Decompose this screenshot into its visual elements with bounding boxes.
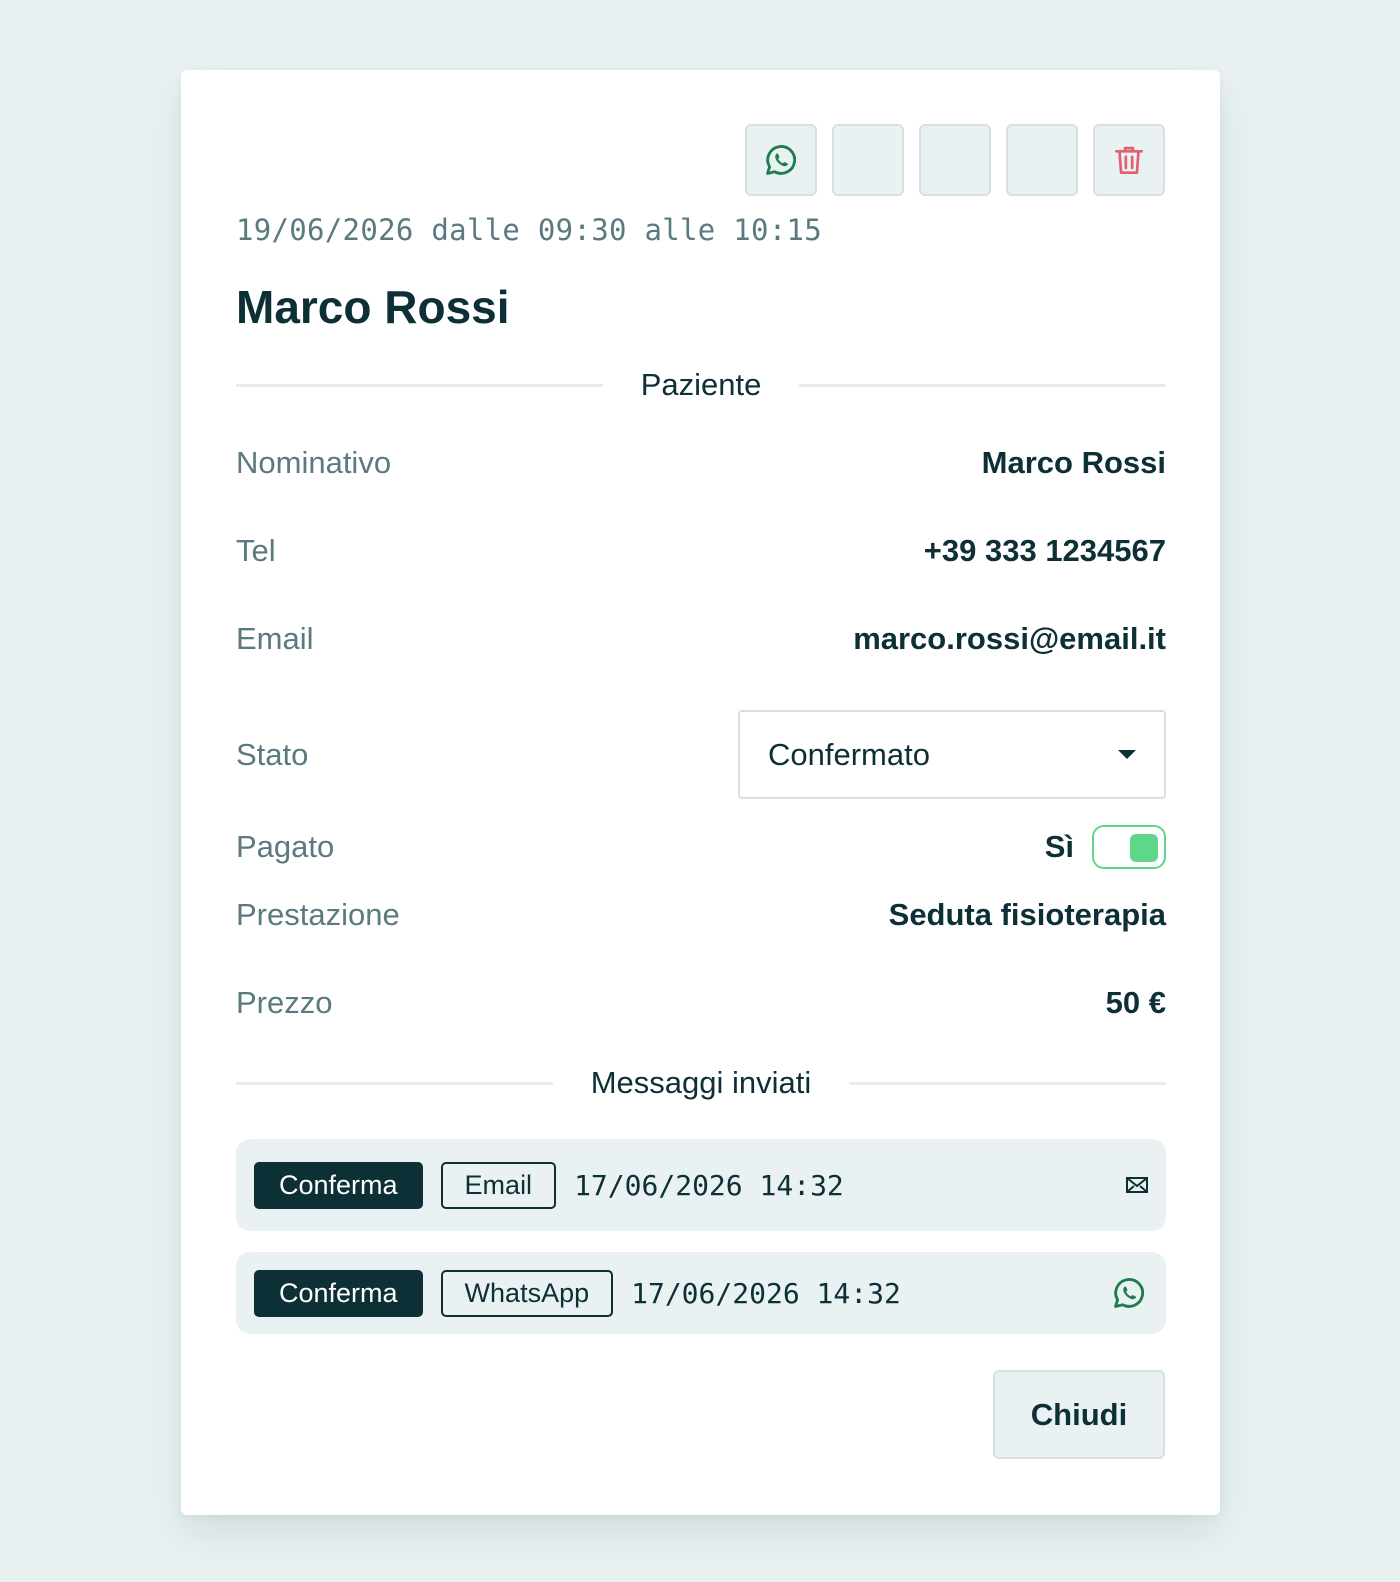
row-tel: Tel +39 333 1234567 [236, 533, 1166, 569]
message-item: Conferma Email 17/06/2026 14:32 [236, 1139, 1166, 1231]
section-label-patient: Paziente [640, 367, 762, 402]
action-button-4[interactable] [1006, 124, 1078, 196]
message-channel-badge: Email [440, 1161, 557, 1209]
row-email: Email marco.rossi@email.it [236, 621, 1166, 657]
action-button-2[interactable] [832, 124, 904, 196]
close-button[interactable]: Chiudi [993, 1370, 1165, 1459]
toolbar [745, 124, 1165, 196]
row-price: Prezzo 50 € [236, 985, 1166, 1021]
whatsapp-icon [1110, 1274, 1148, 1312]
paid-label: Pagato [236, 829, 335, 864]
message-type-badge: Conferma [254, 1161, 423, 1209]
row-service: Prestazione Seduta fisioterapia [236, 897, 1166, 933]
service-value: Seduta fisioterapia [888, 897, 1166, 932]
divider-line [236, 1081, 553, 1085]
name-label: Nominativo [236, 445, 392, 480]
section-divider-messages: Messaggi inviati [236, 1065, 1167, 1101]
appointment-datetime: 19/06/2026 dalle 09:30 alle 10:15 [236, 213, 823, 247]
tel-value: +39 333 1234567 [923, 533, 1166, 568]
envelope-icon [1126, 1177, 1148, 1193]
toggle-knob [1130, 834, 1158, 862]
message-item: Conferma WhatsApp 17/06/2026 14:32 [236, 1252, 1166, 1334]
email-label: Email [236, 621, 314, 656]
divider-line [236, 383, 603, 387]
row-name: Nominativo Marco Rossi [236, 445, 1166, 481]
page-title: Marco Rossi [236, 281, 510, 333]
chevron-down-icon [1118, 750, 1136, 759]
message-channel-badge: WhatsApp [440, 1269, 614, 1317]
action-button-3[interactable] [919, 124, 991, 196]
service-label: Prestazione [236, 897, 400, 932]
price-label: Prezzo [236, 985, 333, 1020]
tel-label: Tel [236, 533, 276, 568]
status-label: Stato [236, 736, 309, 772]
email-value: marco.rossi@email.it [853, 621, 1166, 656]
divider-line [799, 383, 1167, 387]
message-type-badge: Conferma [254, 1269, 423, 1317]
delete-button[interactable] [1093, 124, 1165, 196]
paid-toggle[interactable] [1092, 825, 1166, 869]
status-select[interactable]: Confermato [738, 710, 1166, 799]
whatsapp-icon [766, 145, 797, 175]
message-time: 17/06/2026 14:32 [631, 1276, 901, 1310]
divider-line [849, 1081, 1167, 1085]
section-label-messages: Messaggi inviati [590, 1065, 812, 1100]
trash-icon [1114, 146, 1144, 175]
name-value: Marco Rossi [981, 445, 1166, 480]
paid-value: Sì [1044, 829, 1074, 864]
appointment-modal: 19/06/2026 dalle 09:30 alle 10:15 Marco … [181, 70, 1220, 1515]
whatsapp-button[interactable] [745, 124, 817, 196]
message-time: 17/06/2026 14:32 [574, 1168, 844, 1202]
row-status: Stato Confermato [236, 710, 1166, 799]
section-divider-patient: Paziente [236, 367, 1167, 403]
status-selected-value: Confermato [768, 736, 930, 772]
row-paid: Pagato Sì [236, 825, 1166, 869]
paid-control: Sì [1045, 825, 1166, 869]
price-value: 50 € [1105, 985, 1166, 1020]
